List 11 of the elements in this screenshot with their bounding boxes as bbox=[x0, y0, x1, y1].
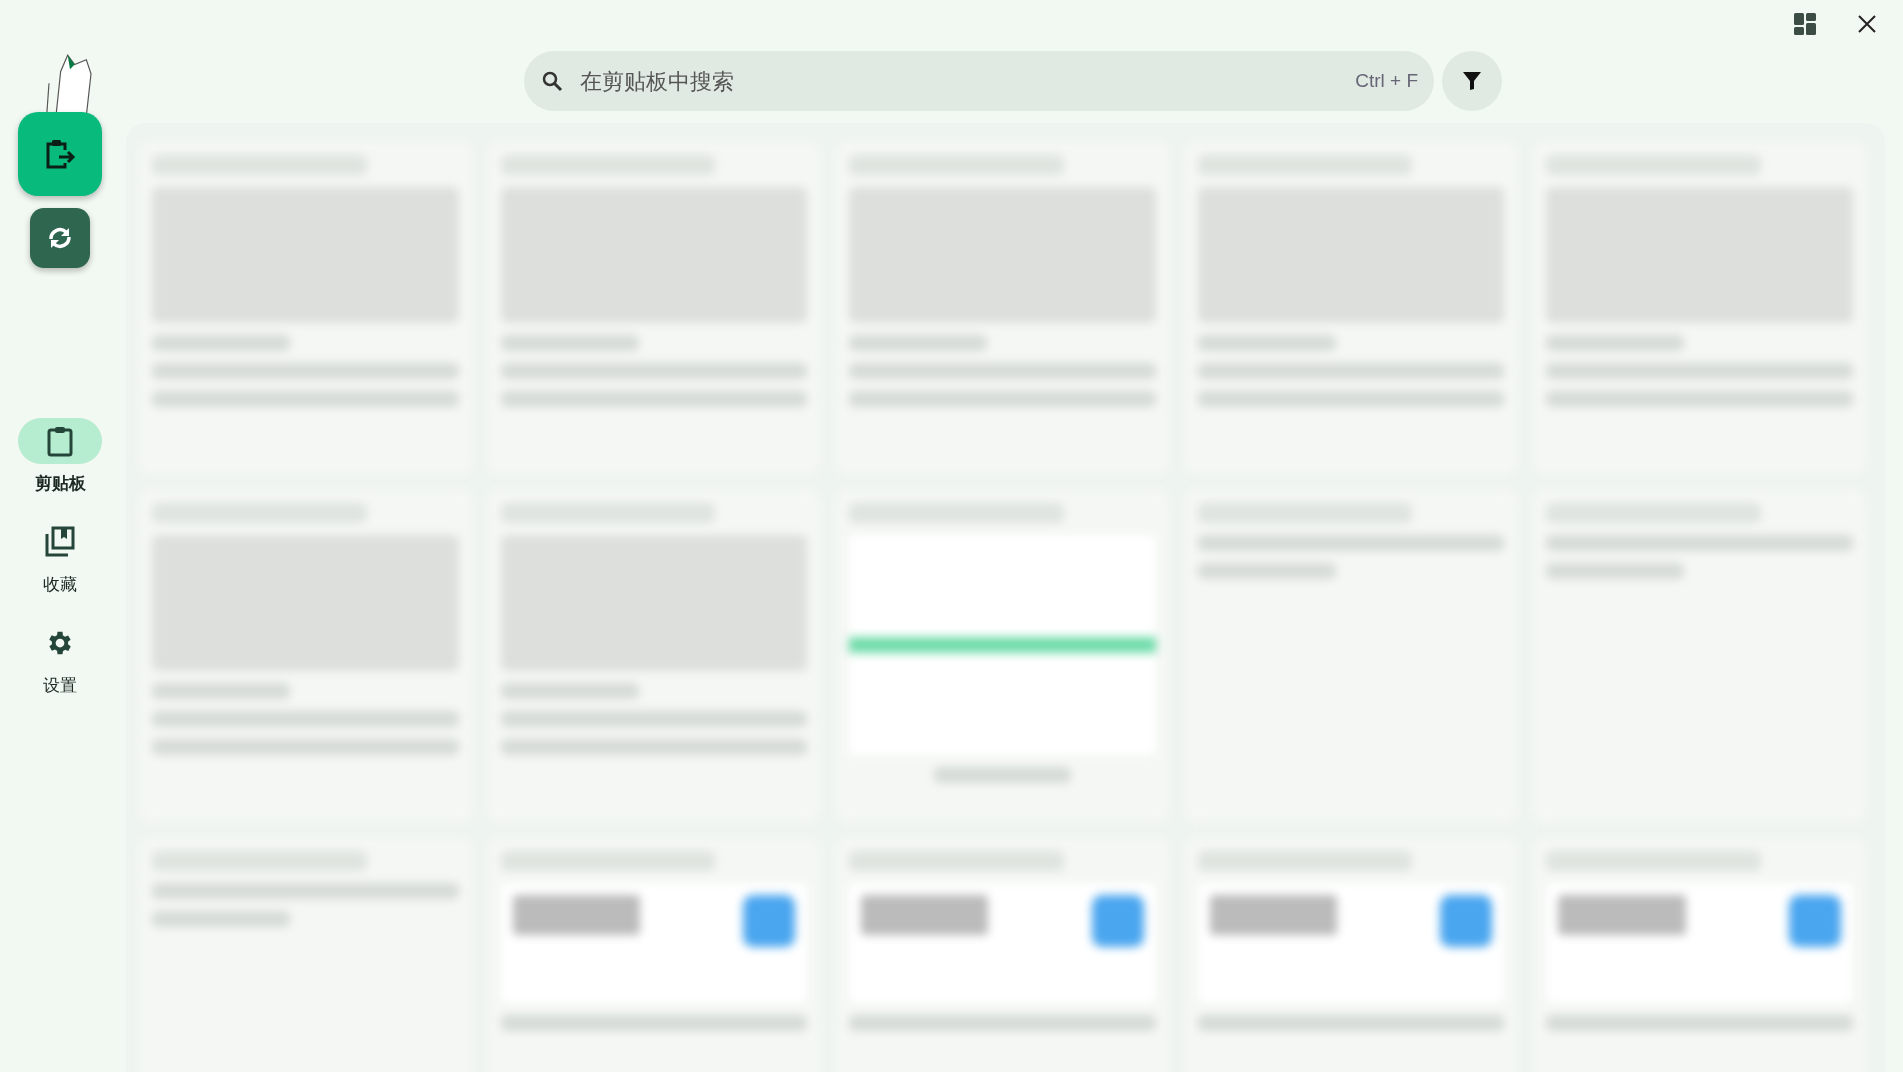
filter-icon bbox=[1460, 69, 1484, 93]
paste-button[interactable] bbox=[18, 112, 102, 196]
search-field[interactable]: 在剪贴板中搜索 Ctrl + F bbox=[524, 51, 1434, 111]
nav-item[interactable]: 收藏 bbox=[18, 519, 102, 596]
search-input[interactable]: 在剪贴板中搜索 bbox=[578, 67, 1342, 95]
search-icon bbox=[540, 69, 564, 93]
bookmark-stack-icon bbox=[44, 526, 76, 558]
nav-item[interactable]: 设置 bbox=[18, 620, 102, 697]
clipboard-icon bbox=[46, 425, 74, 457]
shortcut-hint: Ctrl + F bbox=[1355, 70, 1418, 92]
sync-button[interactable] bbox=[30, 208, 90, 268]
